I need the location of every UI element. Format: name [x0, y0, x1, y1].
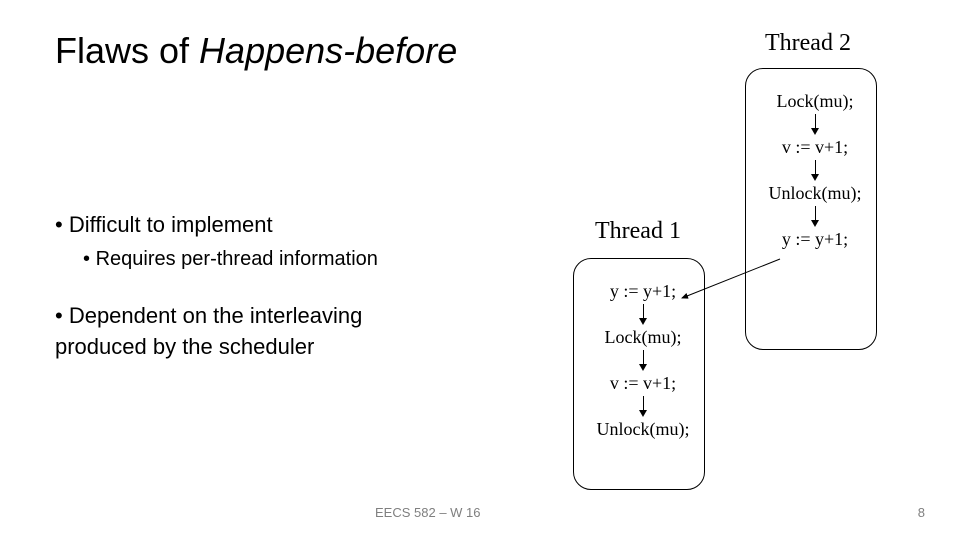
arrow-down-icon	[755, 158, 875, 182]
bullet-2-line2: produced by the scheduler	[55, 332, 575, 363]
thread1-step2: Lock(mu);	[583, 326, 703, 348]
footer-course: EECS 582 – W 16	[375, 505, 481, 520]
bullet-1: Difficult to implement	[55, 210, 575, 241]
slide: Flaws of Happens-before Difficult to imp…	[0, 0, 960, 540]
bullet-2-line1: Dependent on the interleaving	[55, 301, 575, 332]
thread2-step1: Lock(mu);	[755, 90, 875, 112]
thread2-label: Thread 2	[765, 30, 851, 57]
thread2-step2: v := v+1;	[755, 136, 875, 158]
arrow-down-icon	[583, 302, 703, 326]
thread1-step3: v := v+1;	[583, 372, 703, 394]
arrow-down-icon	[755, 112, 875, 136]
arrow-down-icon	[583, 394, 703, 418]
thread2-step3: Unlock(mu);	[755, 182, 875, 204]
footer-page-number: 8	[918, 505, 925, 520]
bullet-1-sub: Requires per-thread information	[83, 245, 575, 273]
thread1-step1: y := y+1;	[583, 280, 703, 302]
thread1-steps: y := y+1; Lock(mu); v := v+1; Unlock(mu)…	[583, 280, 703, 440]
slide-title: Flaws of Happens-before	[55, 30, 457, 72]
title-italic: Happens-before	[199, 30, 457, 71]
thread2-step4: y := y+1;	[755, 228, 875, 250]
thread1-label: Thread 1	[595, 218, 681, 245]
arrow-down-icon	[583, 348, 703, 372]
bullet-list: Difficult to implement Requires per-thre…	[55, 210, 575, 362]
thread2-steps: Lock(mu); v := v+1; Unlock(mu); y := y+1…	[755, 90, 875, 250]
arrow-down-icon	[755, 204, 875, 228]
title-plain: Flaws of	[55, 30, 199, 71]
thread1-step4: Unlock(mu);	[583, 418, 703, 440]
